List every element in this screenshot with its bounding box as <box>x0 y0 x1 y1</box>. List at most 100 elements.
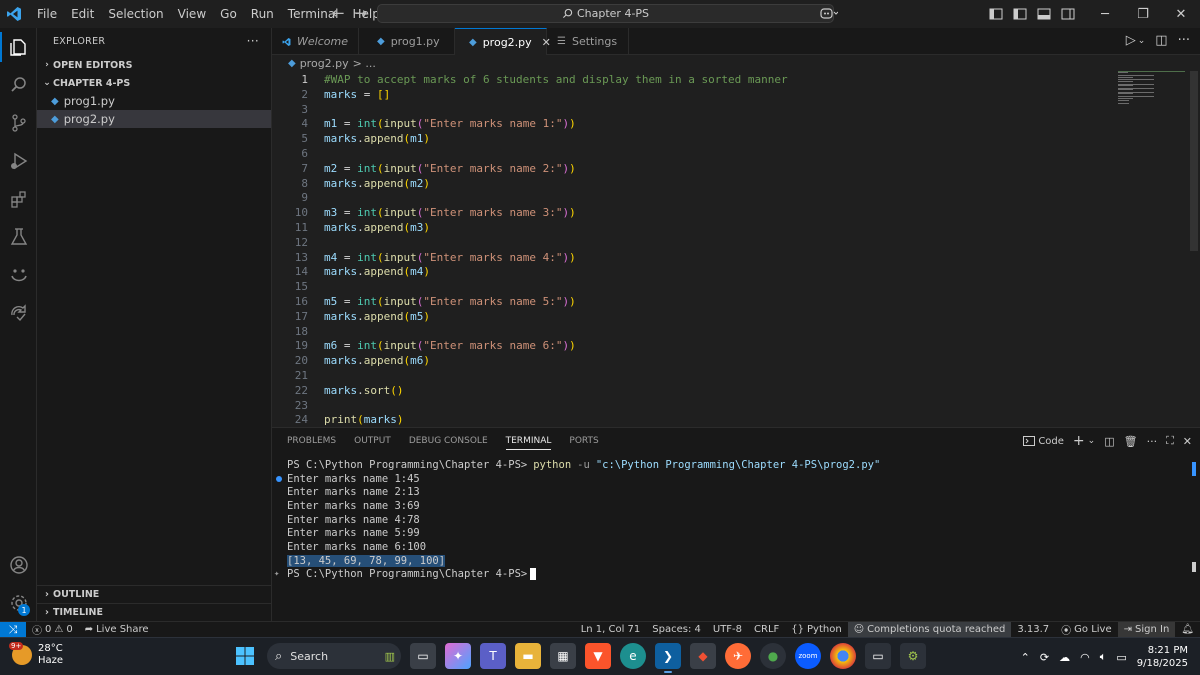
new-terminal-icon[interactable]: + <box>1073 433 1085 449</box>
forward-arrow-icon[interactable]: → <box>355 4 368 22</box>
tab-welcome[interactable]: Welcome <box>272 28 359 55</box>
mongodb-icon[interactable]: ● <box>760 643 786 669</box>
postman-icon[interactable]: ✈ <box>725 643 751 669</box>
tab-prog2[interactable]: ◆ prog2.py ✕ <box>455 28 551 55</box>
run-debug-icon[interactable] <box>0 142 37 180</box>
code-line[interactable]: 10 m3 = int(input("Enter marks name 3:")) <box>272 205 1112 220</box>
kill-terminal-icon[interactable]: 🗑 <box>1124 435 1138 448</box>
code-line[interactable]: 22 marks.sort() <box>272 383 1112 398</box>
zoom-icon[interactable]: zoom <box>795 643 821 669</box>
code-line[interactable]: 12 <box>272 235 1112 250</box>
go-live-status[interactable]: ⦿ Go Live <box>1055 622 1117 638</box>
vscode-taskbar-icon[interactable]: ❯ <box>655 643 681 673</box>
code-line[interactable]: 7 m2 = int(input("Enter marks name 2:")) <box>272 161 1112 176</box>
windows-start-icon[interactable] <box>232 643 258 669</box>
code-line[interactable]: 6 <box>272 146 1112 161</box>
notifications-bell-icon[interactable]: 🔔︎ <box>1175 622 1200 638</box>
edge-icon[interactable]: e <box>620 643 646 669</box>
more-actions-icon[interactable]: ··· <box>1147 435 1158 448</box>
manage-gear-icon[interactable]: 1 <box>0 584 37 622</box>
menu-go[interactable]: Go <box>213 7 244 21</box>
source-control-icon[interactable] <box>0 104 37 142</box>
code-line[interactable]: 1 #WAP to accept marks of 6 students and … <box>272 72 1112 87</box>
clock[interactable]: 8:21 PM 9/18/2025 <box>1137 644 1188 670</box>
breadcrumb-file[interactable]: prog2.py <box>300 57 349 70</box>
cloud-icon[interactable]: ☁ <box>1059 651 1070 664</box>
split-editor-icon[interactable]: ◫ <box>1155 33 1167 48</box>
sync-icon[interactable]: ⟳ <box>1040 651 1049 664</box>
code-line[interactable]: 8 marks.append(m2) <box>272 176 1112 191</box>
sign-in-button[interactable]: ⇥ Sign In <box>1117 621 1176 638</box>
run-python-file-icon[interactable]: ▷ <box>1126 33 1136 48</box>
copilot-icon[interactable] <box>819 4 839 24</box>
code-line[interactable]: 17 marks.append(m5) <box>272 309 1112 324</box>
minimize-icon[interactable]: ─ <box>1086 0 1124 28</box>
restore-icon[interactable]: ❐ <box>1124 0 1162 28</box>
code-line[interactable]: 13 m4 = int(input("Enter marks name 4:")) <box>272 250 1112 265</box>
task-view-icon[interactable]: ▭ <box>410 643 436 669</box>
tab-terminal[interactable]: TERMINAL <box>505 436 552 450</box>
tab-ports[interactable]: PORTS <box>569 436 598 446</box>
terminal-shell-icon[interactable]: Code <box>1023 436 1064 447</box>
code-line[interactable]: 18 <box>272 324 1112 339</box>
tray-chevron-up-icon[interactable]: ⌃ <box>1021 651 1030 664</box>
code-line[interactable]: 21 <box>272 368 1112 383</box>
brave-icon[interactable]: ▼ <box>585 643 611 669</box>
terminal-app-icon[interactable]: ▭ <box>865 643 891 669</box>
file-item-prog1[interactable]: ◆ prog1.py <box>37 92 271 110</box>
code-editor[interactable]: 1 #WAP to accept marks of 6 students and … <box>272 71 1200 427</box>
run-dropdown-icon[interactable]: ⌄ <box>1138 36 1146 48</box>
code-line[interactable]: 16 m5 = int(input("Enter marks name 5:")) <box>272 294 1112 309</box>
menu-view[interactable]: View <box>171 7 213 21</box>
volume-icon[interactable]: 🔈︎ <box>1100 650 1107 664</box>
terminal-output[interactable]: PS C:\Python Programming\Chapter 4-PS> p… <box>274 458 880 581</box>
open-editors-section[interactable]: › OPEN EDITORS <box>37 56 271 74</box>
live-share-status[interactable]: ➦ Live Share <box>79 622 155 638</box>
tab-problems[interactable]: PROBLEMS <box>287 436 336 446</box>
problems-status[interactable]: ⓧ 0 ⚠ 0 <box>26 622 79 638</box>
toggle-sidebar-icon[interactable] <box>1010 4 1030 24</box>
encoding[interactable]: UTF-8 <box>707 622 748 638</box>
tab-prog1[interactable]: ◆ prog1.py <box>359 28 455 55</box>
back-arrow-icon[interactable]: ← <box>332 4 345 22</box>
copilot-app-icon[interactable]: ✦ <box>445 643 471 669</box>
code-line[interactable]: 4 m1 = int(input("Enter marks name 1:")) <box>272 116 1112 131</box>
accounts-icon[interactable] <box>0 546 37 584</box>
timeline-section[interactable]: › TIMELINE <box>37 603 272 621</box>
menu-edit[interactable]: Edit <box>64 7 101 21</box>
teams-icon[interactable]: T <box>480 643 506 669</box>
more-actions-icon[interactable]: ··· <box>247 34 259 48</box>
minimap[interactable] <box>1118 71 1188 111</box>
tab-settings[interactable]: ☰ Settings <box>547 28 629 55</box>
outline-section[interactable]: › OUTLINE <box>37 585 272 603</box>
code-line[interactable]: 3 <box>272 102 1112 117</box>
code-line[interactable]: 20 marks.append(m6) <box>272 353 1112 368</box>
code-line[interactable]: 23 <box>272 398 1112 413</box>
explorer-icon[interactable] <box>0 28 37 66</box>
code-line[interactable]: 19 m6 = int(input("Enter marks name 6:")) <box>272 338 1112 353</box>
code-line[interactable]: 9 <box>272 190 1112 205</box>
copilot-status[interactable]: ☺ Completions quota reached <box>847 621 1012 638</box>
testing-flask-icon[interactable] <box>0 218 37 256</box>
customize-layout-icon[interactable] <box>986 4 1006 24</box>
chrome-icon[interactable] <box>830 643 856 669</box>
breadcrumb-rest[interactable]: > ... <box>353 57 376 70</box>
folder-section[interactable]: ⌄ CHAPTER 4-PS <box>37 74 271 92</box>
battery-icon[interactable]: ▭ <box>1116 651 1126 664</box>
command-center-search[interactable]: Chapter 4-PS <box>377 4 834 23</box>
store-icon[interactable]: ▦ <box>550 643 576 669</box>
more-actions-icon[interactable]: ··· <box>1178 33 1190 48</box>
git-icon[interactable]: ◆ <box>690 643 716 669</box>
editor-scrollbar[interactable] <box>1190 71 1198 251</box>
extensions-icon[interactable] <box>0 180 37 218</box>
tab-debug-console[interactable]: DEBUG CONSOLE <box>409 436 488 446</box>
taskbar-search[interactable]: ⌕ Search ▥ <box>267 643 401 669</box>
indentation[interactable]: Spaces: 4 <box>646 622 707 638</box>
line-ending[interactable]: CRLF <box>748 622 785 638</box>
git-kraken-icon[interactable]: ⚙ <box>900 643 926 669</box>
maximize-panel-icon[interactable]: ⛶ <box>1166 434 1174 448</box>
remote-share-icon[interactable] <box>0 294 37 332</box>
tab-output[interactable]: OUTPUT <box>354 436 391 446</box>
copilot-chat-icon[interactable] <box>0 256 37 294</box>
terminal-dropdown-icon[interactable]: ⌄ <box>1088 436 1096 446</box>
